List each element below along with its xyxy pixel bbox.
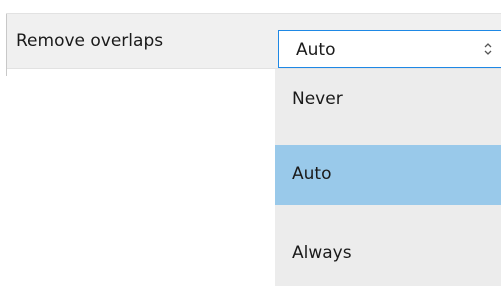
- option-label: Auto: [292, 164, 332, 184]
- option-always[interactable]: Always: [275, 224, 501, 284]
- setting-label: Remove overlaps: [16, 31, 164, 51]
- option-never[interactable]: Never: [275, 70, 501, 130]
- remove-overlaps-select[interactable]: Auto: [278, 30, 501, 68]
- up-down-chevron-icon: [483, 41, 493, 57]
- dropdown-list: Never Auto Always: [275, 69, 501, 286]
- row-divider: [6, 14, 7, 76]
- option-auto[interactable]: Auto: [275, 145, 501, 205]
- option-label: Never: [292, 89, 343, 109]
- remove-overlaps-row: Remove overlaps Auto: [6, 13, 501, 76]
- settings-panel: Remove overlaps Auto Never Auto Always: [0, 0, 501, 286]
- option-label: Always: [292, 243, 352, 263]
- select-current-value: Auto: [296, 40, 336, 60]
